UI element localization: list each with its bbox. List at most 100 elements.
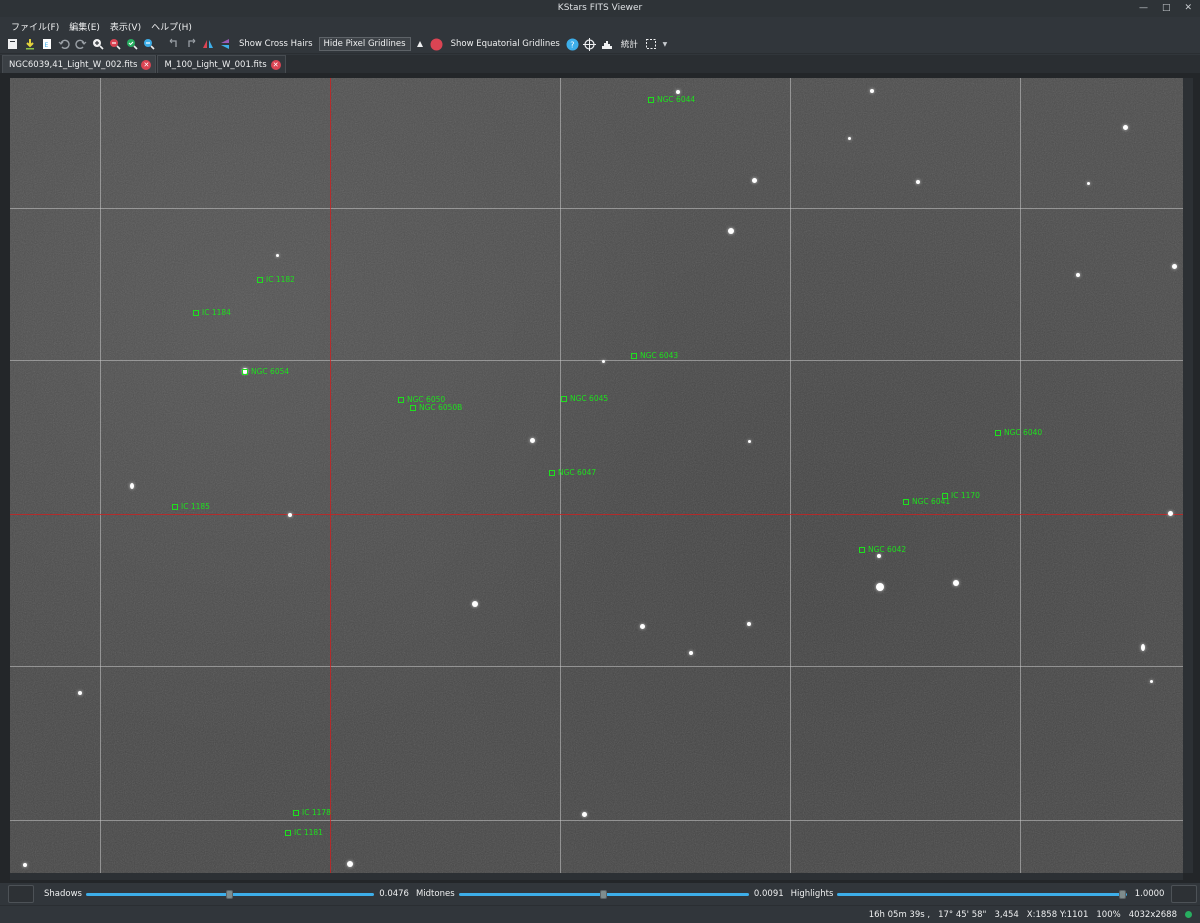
star — [23, 863, 27, 867]
star — [747, 622, 751, 626]
tab-label: NGC6039,41_Light_W_002.fits — [9, 59, 138, 70]
menu-file[interactable]: ファイル(F) — [6, 20, 64, 33]
tab-m100[interactable]: M_100_Light_W_001.fits ✕ — [157, 55, 286, 73]
status-led-icon — [1185, 911, 1192, 918]
marker-box-icon — [859, 546, 865, 553]
object-marker[interactable]: NGC 6054 — [242, 367, 289, 376]
marker-box-icon — [293, 809, 299, 816]
download-icon[interactable] — [23, 37, 37, 51]
object-marker[interactable]: NGC 6045 — [561, 394, 608, 403]
auto-stretch-button[interactable] — [8, 885, 34, 903]
image-size: 4032x2688 — [1128, 909, 1177, 920]
minimize-icon[interactable]: — — [1139, 0, 1148, 17]
object-label: NGC 6054 — [251, 367, 290, 376]
slider-handle[interactable] — [225, 890, 233, 899]
object-marker[interactable]: IC 1182 — [257, 275, 295, 284]
object-marker[interactable]: NGC 6043 — [631, 351, 678, 360]
object-label: NGC 6040 — [1004, 428, 1043, 437]
shadows-label: Shadows — [44, 889, 82, 899]
star — [916, 180, 920, 184]
close-icon[interactable]: ✕ — [141, 59, 152, 70]
shadows-value: 0.0476 — [379, 889, 409, 899]
zoom-default-icon[interactable] — [125, 37, 139, 51]
shadows-slider[interactable] — [85, 885, 374, 903]
highlights-label: Highlights — [790, 889, 834, 899]
zoom-fit-icon[interactable] — [142, 37, 156, 51]
midtones-slider[interactable] — [458, 885, 749, 903]
marker-box-icon — [903, 498, 909, 505]
star — [78, 691, 82, 695]
slider-track — [837, 893, 1128, 896]
pixel-gridline — [10, 820, 1183, 821]
open-file-icon[interactable] — [6, 37, 20, 51]
star — [752, 178, 757, 183]
hide-pixel-gridlines-button[interactable]: Hide Pixel Gridlines — [318, 37, 411, 51]
selection-icon[interactable] — [644, 37, 658, 51]
pixel-gridline — [10, 360, 1183, 361]
object-marker[interactable]: NGC 6044 — [648, 95, 695, 104]
histogram-icon[interactable] — [600, 37, 614, 51]
slider-handle[interactable] — [1119, 890, 1127, 899]
save-file-icon[interactable]: E — [40, 37, 54, 51]
close-icon[interactable]: ✕ — [270, 59, 281, 70]
menu-view[interactable]: 表示(V) — [105, 20, 146, 33]
star — [130, 483, 134, 489]
undo-icon[interactable] — [57, 37, 71, 51]
help-icon[interactable]: ? — [566, 37, 580, 51]
midtones-value: 0.0091 — [753, 889, 784, 899]
pixel-gridline — [100, 78, 101, 873]
marker-box-icon — [242, 368, 248, 375]
reset-stretch-button[interactable] — [1171, 885, 1198, 903]
zoom-in-icon[interactable] — [91, 37, 105, 51]
object-label: IC 1182 — [266, 275, 295, 284]
rotate-cw-icon[interactable] — [184, 37, 198, 51]
zoom-out-icon[interactable] — [108, 37, 122, 51]
redo-icon[interactable] — [74, 37, 88, 51]
window-title: KStars FITS Viewer — [557, 3, 643, 13]
fits-image[interactable]: NGC 6044 IC 1182 IC 1184 NGC 6043 NGC 60… — [10, 78, 1183, 873]
ra-readout: 16h 05m 39s , — [868, 909, 931, 920]
chevron-down-icon[interactable]: ▼ — [661, 37, 669, 51]
object-label: NGC 6043 — [640, 351, 679, 360]
rotate-ccw-icon[interactable] — [167, 37, 181, 51]
window-controls: — □ ✕ — [1139, 0, 1192, 17]
image-noise — [10, 78, 1183, 873]
object-marker[interactable]: IC 1178 — [293, 808, 331, 817]
object-label: NGC 6045 — [570, 394, 609, 403]
horizontal-scrollbar[interactable] — [10, 873, 1183, 880]
star — [1168, 511, 1173, 516]
vertical-scrollbar[interactable] — [1183, 78, 1193, 873]
maximize-icon[interactable]: □ — [1162, 0, 1171, 17]
triangle-icon[interactable] — [413, 37, 427, 51]
menu-help[interactable]: ヘルプ(H) — [146, 20, 197, 33]
star — [1076, 273, 1080, 277]
statistics-button[interactable]: 統計 — [617, 37, 642, 51]
red-circle-icon[interactable] — [430, 37, 444, 51]
object-marker[interactable]: IC 1185 — [172, 502, 210, 511]
svg-text:E: E — [45, 42, 49, 49]
show-cross-hairs-button[interactable]: Show Cross Hairs — [235, 38, 317, 50]
object-marker[interactable]: NGC 6047 — [549, 468, 596, 477]
star — [1087, 182, 1090, 185]
object-marker[interactable]: NGC 6050B — [410, 403, 462, 412]
menu-edit[interactable]: 編集(E) — [64, 20, 105, 33]
stretch-bar: Shadows 0.0476 Midtones 0.0091 Highlight… — [0, 883, 1200, 905]
crosshair-target-icon[interactable] — [583, 37, 597, 51]
star — [472, 601, 478, 607]
highlights-slider[interactable] — [837, 885, 1128, 903]
close-icon[interactable]: ✕ — [1184, 0, 1192, 17]
show-equatorial-gridlines-button[interactable]: Show Equatorial Gridlines — [447, 38, 564, 50]
marker-box-icon — [257, 276, 263, 283]
menu-bar: ファイル(F) 編集(E) 表示(V) ヘルプ(H) — [0, 17, 1200, 35]
slider-handle[interactable] — [599, 890, 607, 899]
object-marker[interactable]: IC 1184 — [193, 308, 231, 317]
flip-horizontal-icon[interactable] — [201, 37, 215, 51]
object-marker[interactable]: IC 1181 — [285, 828, 323, 837]
midtones-label: Midtones — [415, 889, 455, 899]
tab-ngc6039[interactable]: NGC6039,41_Light_W_002.fits ✕ — [2, 55, 157, 73]
flip-vertical-icon[interactable] — [218, 37, 232, 51]
object-marker[interactable]: NGC 6041 — [903, 497, 950, 506]
object-marker[interactable]: NGC 6042 — [859, 545, 906, 554]
tab-bar: NGC6039,41_Light_W_002.fits ✕ M_100_Ligh… — [0, 55, 1200, 73]
object-marker[interactable]: NGC 6040 — [995, 428, 1042, 437]
